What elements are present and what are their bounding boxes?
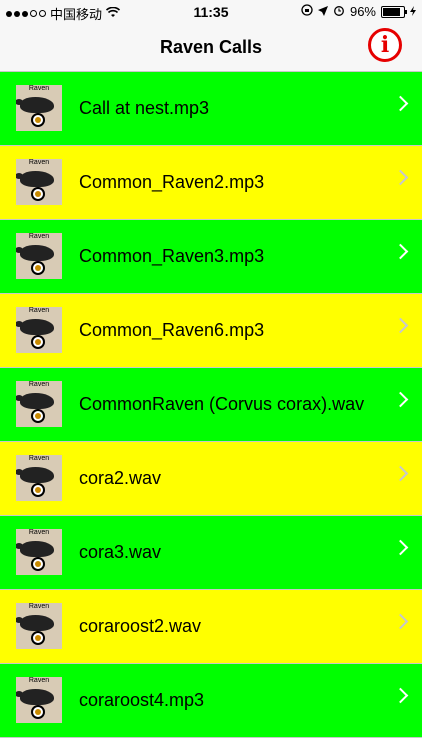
- list-item-label: Call at nest.mp3: [79, 98, 210, 118]
- target-icon: [31, 335, 45, 349]
- chevron-right-icon: [392, 687, 409, 704]
- alarm-icon: [333, 4, 345, 19]
- raven-thumbnail: Raven: [16, 677, 62, 723]
- thumbnail-label: Raven: [28, 307, 50, 314]
- thumbnail-label: Raven: [28, 85, 50, 92]
- list-item-label: coraroost4.mp3: [79, 690, 205, 710]
- target-icon: [31, 557, 45, 571]
- raven-icon: [16, 97, 54, 113]
- raven-thumbnail: Raven: [16, 455, 62, 501]
- raven-icon: [16, 245, 54, 261]
- list-item-label: Common_Raven2.mp3: [79, 172, 265, 192]
- chevron-right-icon: [392, 539, 409, 556]
- battery-icon: [381, 5, 407, 18]
- raven-icon: [16, 319, 54, 335]
- target-icon: [31, 705, 45, 719]
- page-title: Raven Calls: [159, 37, 263, 57]
- target-icon: [31, 187, 45, 201]
- charging-icon: [410, 4, 416, 19]
- list-item-label: Common_Raven6.mp3: [79, 320, 265, 340]
- info-button[interactable]: i: [368, 28, 402, 62]
- target-icon: [31, 483, 45, 497]
- list-item-label: CommonRaven (Corvus corax).wav: [79, 394, 365, 414]
- status-right: 96%: [301, 4, 416, 19]
- list-item-label: coraroost2.wav: [79, 616, 202, 636]
- raven-thumbnail: Raven: [16, 233, 62, 279]
- list-item[interactable]: Raven Common_Raven6.mp3: [0, 294, 422, 368]
- info-icon: i: [380, 32, 390, 58]
- raven-thumbnail: Raven: [16, 85, 62, 131]
- thumbnail-label: Raven: [28, 233, 50, 240]
- chevron-right-icon: [392, 465, 409, 482]
- raven-thumbnail: Raven: [16, 381, 62, 427]
- raven-thumbnail: Raven: [16, 603, 62, 649]
- list-item-label: cora2.wav: [79, 468, 162, 488]
- list-item[interactable]: Raven coraroost4.mp3: [0, 664, 422, 738]
- battery-percent: 96%: [349, 4, 376, 19]
- raven-icon: [16, 171, 54, 187]
- chevron-right-icon: [392, 317, 409, 334]
- list-item[interactable]: Raven cora3.wav: [0, 516, 422, 590]
- navigation-bar: Raven Calls i: [0, 24, 422, 72]
- raven-thumbnail: Raven: [16, 529, 62, 575]
- chevron-right-icon: [392, 169, 409, 186]
- list-item-label: Common_Raven3.mp3: [79, 246, 265, 266]
- list-item[interactable]: Raven CommonRaven (Corvus corax).wav: [0, 368, 422, 442]
- thumbnail-label: Raven: [28, 603, 50, 610]
- list-item[interactable]: Raven coraroost2.wav: [0, 590, 422, 664]
- list-item[interactable]: Raven cora2.wav: [0, 442, 422, 516]
- raven-icon: [16, 615, 54, 631]
- thumbnail-label: Raven: [28, 529, 50, 536]
- chevron-right-icon: [392, 95, 409, 112]
- status-bar: 中国移动 11:35 96%: [0, 0, 422, 24]
- list-item[interactable]: Raven Call at nest.mp3: [0, 72, 422, 146]
- raven-icon: [16, 541, 54, 557]
- orientation-lock-icon: [301, 4, 313, 19]
- chevron-right-icon: [392, 613, 409, 630]
- list-item[interactable]: Raven Common_Raven2.mp3: [0, 146, 422, 220]
- raven-thumbnail: Raven: [16, 307, 62, 353]
- thumbnail-label: Raven: [28, 381, 50, 388]
- thumbnail-label: Raven: [28, 159, 50, 166]
- raven-thumbnail: Raven: [16, 159, 62, 205]
- list-item-label: cora3.wav: [79, 542, 162, 562]
- target-icon: [31, 631, 45, 645]
- target-icon: [31, 261, 45, 275]
- location-icon: [317, 4, 328, 19]
- chevron-right-icon: [392, 243, 409, 260]
- raven-icon: [16, 689, 54, 705]
- chevron-right-icon: [392, 391, 409, 408]
- target-icon: [31, 113, 45, 127]
- thumbnail-label: Raven: [28, 677, 50, 684]
- thumbnail-label: Raven: [28, 455, 50, 462]
- raven-icon: [16, 467, 54, 483]
- list-item[interactable]: Raven Common_Raven3.mp3: [0, 220, 422, 294]
- target-icon: [31, 409, 45, 423]
- sound-list[interactable]: Raven Call at nest.mp3 Raven Common_Raven2.…: [0, 72, 422, 750]
- raven-icon: [16, 393, 54, 409]
